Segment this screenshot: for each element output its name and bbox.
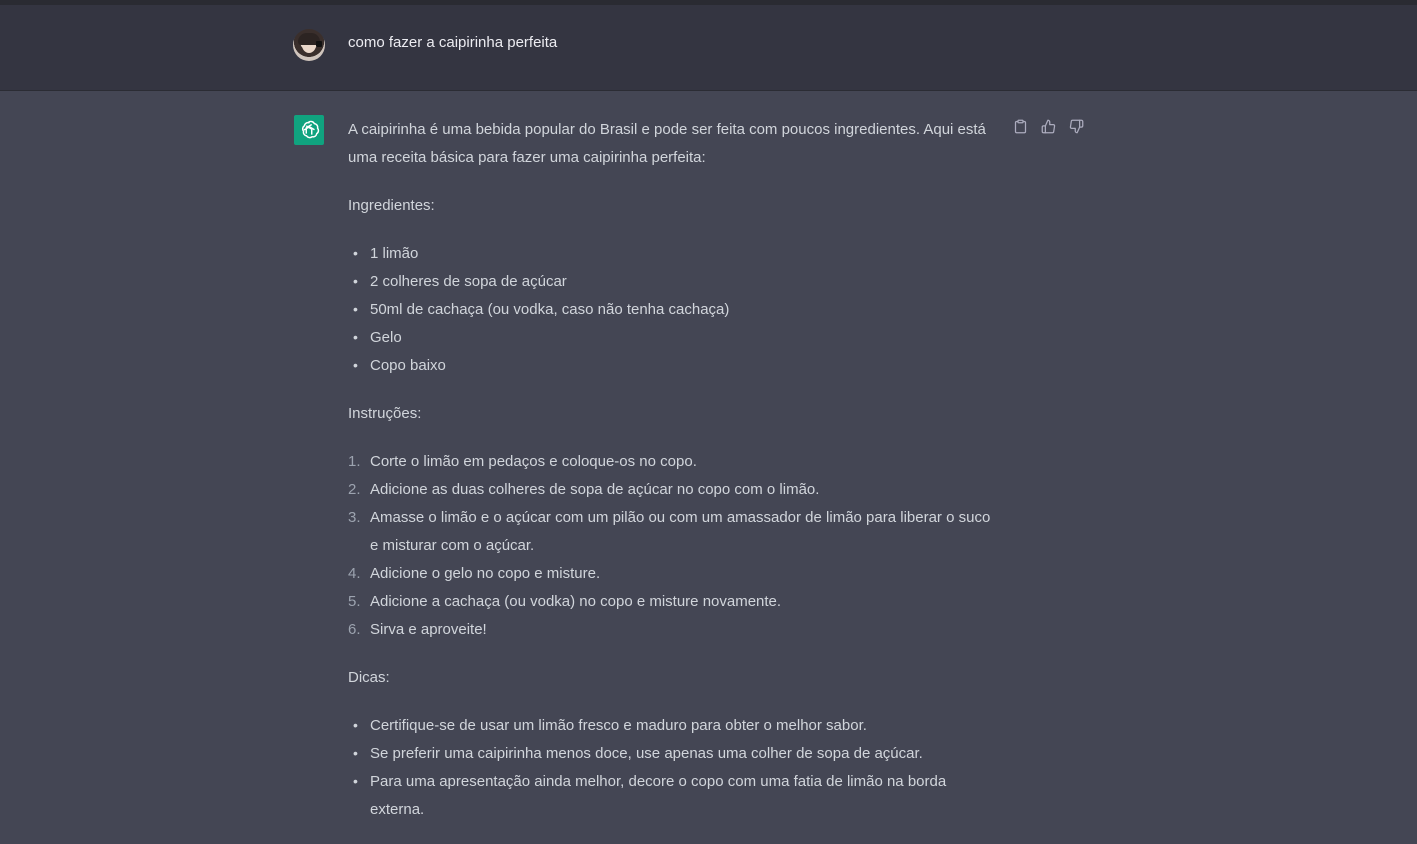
- bullet: •: [353, 773, 358, 789]
- copy-button[interactable]: [1012, 118, 1028, 134]
- list-item: 4. Adicione o gelo no copo e misture.: [348, 560, 998, 588]
- user-prompt-text: como fazer a caipirinha perfeita: [348, 34, 558, 51]
- instructions-heading: Instruções:: [348, 405, 422, 422]
- step-number: 2.: [348, 481, 361, 498]
- list-item: 3. Amasse o limão e o açúcar com um pilão…: [348, 504, 998, 560]
- list-item-text: Para uma apresentação ainda melhor, deco…: [370, 773, 947, 818]
- list-item-text: Certifique-se de usar um limão fresco e …: [370, 717, 867, 734]
- tips-heading: Dicas:: [348, 669, 390, 686]
- list-item-text: Adicione as duas colheres de sopa de açú…: [370, 481, 820, 498]
- step-number: 4.: [348, 565, 361, 582]
- openai-logo-icon: [294, 115, 324, 145]
- list-item: • 1 limão: [348, 240, 998, 268]
- list-item-text: Corte o limão em pedaços e coloque-os no…: [370, 453, 697, 470]
- user-message-row: como fazer a caipirinha perfeita: [0, 5, 1417, 91]
- list-item: 6. Sirva e aproveite!: [348, 616, 998, 644]
- instructions-list: 1. Corte o limão em pedaços e coloque-os …: [348, 448, 998, 644]
- list-item: • 50ml de cachaça (ou vodka, caso não ten…: [348, 296, 998, 324]
- list-item: 2. Adicione as duas colheres de sopa de a…: [348, 476, 998, 504]
- bullet: •: [353, 329, 358, 345]
- tips-list: • Certifique-se de usar um limão fresco e…: [348, 712, 998, 824]
- clipboard-icon: [1014, 119, 1026, 133]
- bullet: •: [353, 357, 358, 373]
- bullet: •: [353, 245, 358, 261]
- assistant-answer: A caipirinha é uma bebida popular do Bra…: [348, 116, 998, 844]
- message-actions: [1012, 118, 1084, 134]
- step-number: 5.: [348, 593, 361, 610]
- avatar-tag: [316, 41, 322, 47]
- list-item: • Gelo: [348, 324, 998, 352]
- ingredients-heading: Ingredientes:: [348, 197, 435, 214]
- list-item-text: Gelo: [370, 329, 402, 346]
- list-item-text: Sirva e aproveite!: [370, 621, 487, 638]
- list-item-text: 2 colheres de sopa de açúcar: [370, 273, 567, 290]
- bullet: •: [353, 717, 358, 733]
- bullet: •: [353, 745, 358, 761]
- list-item: • Se preferir uma caipirinha menos doce, …: [348, 740, 998, 768]
- list-item: • Copo baixo: [348, 352, 998, 380]
- thumbs-up-button[interactable]: [1040, 118, 1056, 134]
- list-item: • Certifique-se de usar um limão fresco e…: [348, 712, 998, 740]
- list-item-text: Adicione o gelo no copo e misture.: [370, 565, 601, 582]
- thumbs-up-icon: [1041, 119, 1055, 133]
- ingredients-list: • 1 limão • 2 colheres de sopa de açúcar •…: [348, 240, 998, 380]
- list-item-text: Adicione a cachaça (ou vodka) no copo e …: [370, 593, 782, 610]
- step-number: 6.: [348, 621, 361, 638]
- list-item-text: 1 limão: [370, 245, 419, 262]
- user-avatar: [293, 29, 325, 61]
- list-item-text: 50ml de cachaça (ou vodka, caso não tenh…: [370, 301, 730, 318]
- bullet: •: [353, 273, 358, 289]
- thumbs-down-icon: [1069, 119, 1083, 133]
- thumbs-down-button[interactable]: [1068, 118, 1084, 134]
- list-item: 1. Corte o limão em pedaços e coloque-os …: [348, 448, 998, 476]
- list-item: • 2 colheres de sopa de açúcar: [348, 268, 998, 296]
- list-item-text: Se preferir uma caipirinha menos doce, u…: [370, 745, 923, 762]
- list-item: • Para uma apresentação ainda melhor, dec…: [348, 768, 998, 824]
- list-item: 5. Adicione a cachaça (ou vodka) no copo …: [348, 588, 998, 616]
- bullet: •: [353, 301, 358, 317]
- answer-intro: A caipirinha é uma bebida popular do Bra…: [348, 121, 986, 166]
- list-item-text: Amasse o limão e o açúcar com um pilão o…: [370, 509, 991, 554]
- list-item-text: Copo baixo: [370, 357, 446, 374]
- step-number: 3.: [348, 509, 361, 526]
- step-number: 1.: [348, 453, 361, 470]
